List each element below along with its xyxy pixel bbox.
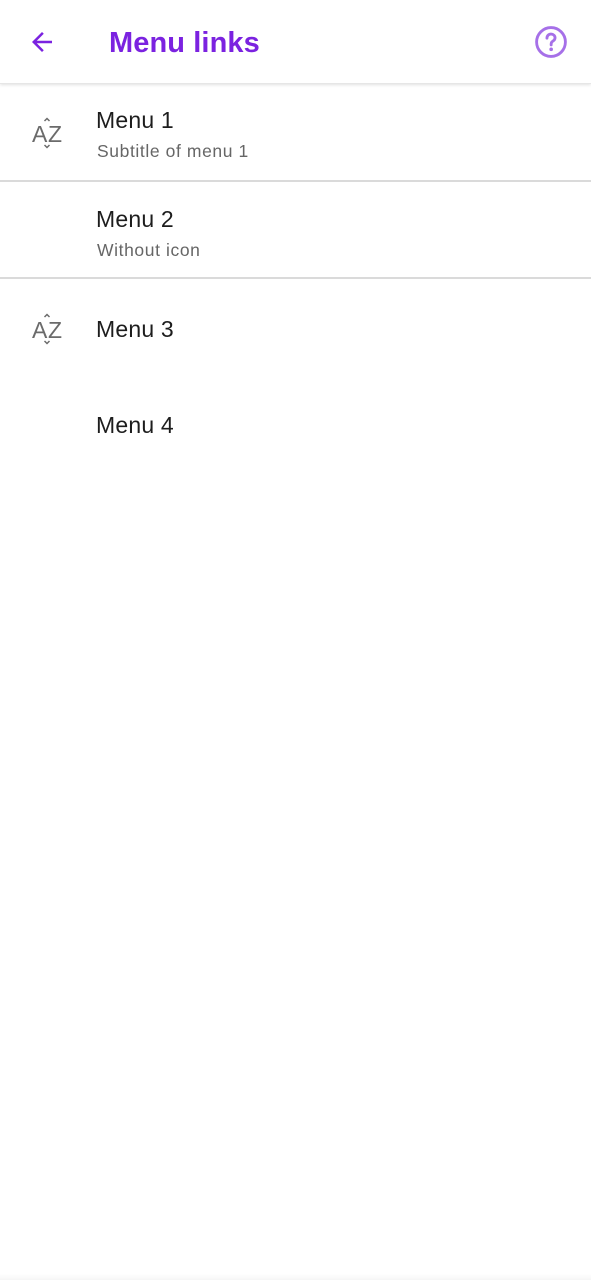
sort-az-icon: A Z xyxy=(28,113,68,153)
svg-text:Z: Z xyxy=(48,121,62,147)
menu-item-label: Menu 3 xyxy=(96,316,174,342)
menu-item-label: Menu 1 xyxy=(96,107,174,133)
page-title: Menu links xyxy=(109,27,260,59)
menu-item-label: Menu 2 xyxy=(96,206,174,232)
app-screen: Menu links A Z Menu 1 Subtitle of menu 1 xyxy=(0,0,591,1280)
menu-item-subtitle: Subtitle of menu 1 xyxy=(97,141,249,161)
sort-az-icon: A Z xyxy=(28,309,68,349)
menu-item-4[interactable]: Menu 4 xyxy=(0,375,591,471)
app-bar: Menu links xyxy=(0,0,591,84)
menu-item-label: Menu 4 xyxy=(96,412,174,438)
menu-item-1[interactable]: A Z Menu 1 Subtitle of menu 1 xyxy=(0,84,591,182)
help-circle-icon xyxy=(535,26,567,58)
svg-text:Z: Z xyxy=(48,317,62,343)
svg-text:A: A xyxy=(32,317,48,343)
menu-item-subtitle: Without icon xyxy=(97,240,201,260)
arrow-back-icon xyxy=(32,32,52,52)
menu-list: A Z Menu 1 Subtitle of menu 1 Menu 2 Wit… xyxy=(0,84,591,471)
menu-item-3[interactable]: A Z Menu 3 xyxy=(0,279,591,375)
back-button[interactable] xyxy=(14,16,70,68)
help-button[interactable] xyxy=(525,16,577,68)
bottom-edge xyxy=(0,1274,591,1280)
svg-text:A: A xyxy=(32,121,48,147)
menu-item-2[interactable]: Menu 2 Without icon xyxy=(0,182,591,279)
